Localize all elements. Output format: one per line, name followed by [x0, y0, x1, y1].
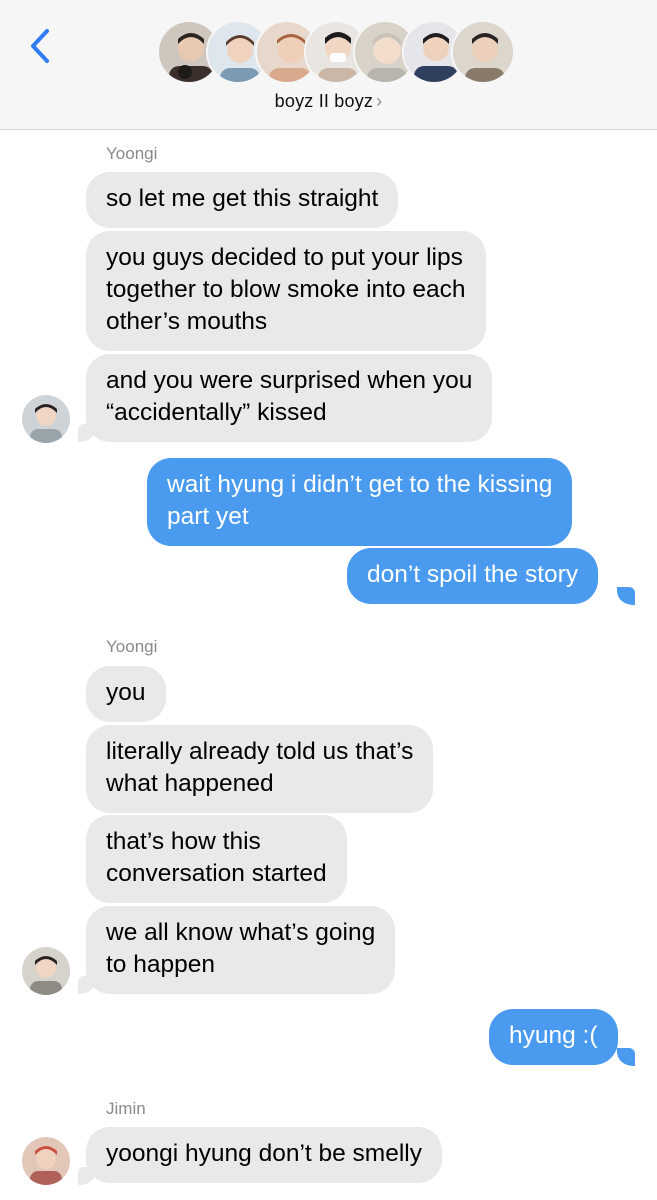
message-bubble-incoming[interactable]: you guys decided to put your lips togeth…: [86, 231, 486, 351]
sender-label: Yoongi: [106, 144, 158, 163]
bubble-tail: [78, 1167, 96, 1185]
group-avatar: [451, 20, 515, 84]
group-name-button[interactable]: boyz II boyz ›: [0, 91, 657, 112]
message-bubble-outgoing[interactable]: hyung :(: [489, 1009, 618, 1065]
sender-label: Yoongi: [106, 637, 158, 656]
chevron-left-icon: [31, 29, 49, 63]
group-name: boyz II boyz: [274, 91, 374, 111]
avatar[interactable]: [22, 1137, 70, 1185]
message-bubble-incoming[interactable]: yoongi hyung don’t be smelly: [86, 1127, 442, 1183]
message-bubble-outgoing[interactable]: don’t spoil the story: [347, 548, 599, 604]
message-bubble-incoming[interactable]: we all know what’s going to happen: [86, 906, 396, 994]
chat-header: boyz II boyz ›: [0, 0, 657, 130]
back-button[interactable]: [22, 26, 58, 66]
bubble-tail: [617, 1048, 635, 1066]
chevron-right-icon: ›: [376, 91, 383, 111]
message-bubble-incoming[interactable]: that’s how this conversation started: [86, 815, 347, 903]
message-bubble-incoming[interactable]: literally already told us that’s what ha…: [86, 725, 434, 813]
message-bubble-outgoing[interactable]: wait hyung i didn’t get to the kissing p…: [147, 458, 573, 546]
bubble-tail: [78, 976, 96, 994]
sender-label: Jimin: [106, 1099, 146, 1118]
avatar[interactable]: [22, 395, 70, 443]
bubble-tail: [78, 424, 96, 442]
message-bubble-incoming[interactable]: so let me get this straight: [86, 172, 399, 228]
message-bubble-incoming[interactable]: and you were surprised when you “acciden…: [86, 354, 493, 442]
bubble-tail: [617, 587, 635, 605]
avatar[interactable]: [22, 947, 70, 995]
message-bubble-incoming[interactable]: you: [86, 666, 166, 722]
